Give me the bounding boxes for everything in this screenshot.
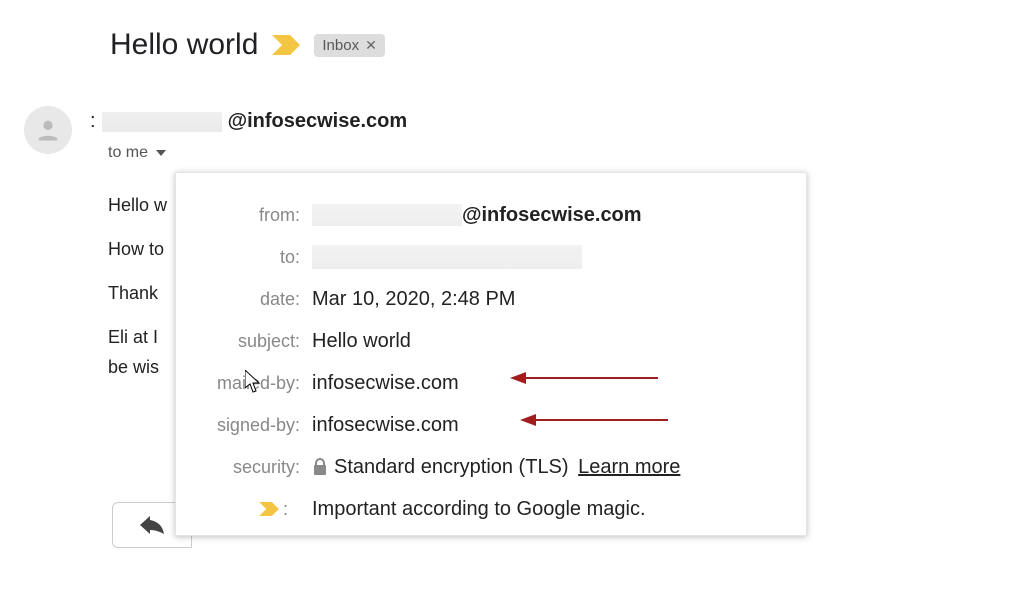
inbox-label-chip[interactable]: Inbox ✕ (314, 34, 384, 57)
detail-to-row: to: (194, 239, 782, 275)
detail-to-value (312, 245, 582, 269)
detail-from-value: @infosecwise.com (312, 204, 642, 227)
chevron-down-icon (156, 150, 166, 156)
to-me-text: to me (108, 144, 148, 162)
detail-important-row: : Important according to Google magic. (194, 491, 782, 527)
subject-text: Hello world (110, 28, 258, 62)
detail-mailed-by-row: mailed-by: infosecwise.com (194, 365, 782, 401)
subject-line: Hello world Inbox ✕ (110, 28, 385, 62)
detail-mailed-by-value: infosecwise.com (312, 372, 459, 395)
detail-mailed-by-label: mailed-by: (194, 373, 312, 394)
recipient-summary[interactable]: to me (108, 144, 166, 162)
redacted-to-address (312, 245, 582, 269)
inbox-label-text: Inbox (322, 37, 359, 54)
close-icon[interactable]: ✕ (365, 37, 377, 54)
detail-subject-row: subject: Hello world (194, 323, 782, 359)
detail-date-value: Mar 10, 2020, 2:48 PM (312, 288, 515, 311)
detail-from-row: from: @infosecwise.com (194, 197, 782, 233)
avatar[interactable] (24, 106, 72, 154)
detail-signed-by-value: infosecwise.com (312, 414, 459, 437)
redacted-from-name (312, 204, 462, 226)
detail-to-label: to: (194, 247, 312, 268)
detail-subject-value: Hello world (312, 330, 411, 353)
sender-domain: @infosecwise.com (228, 110, 408, 133)
learn-more-link[interactable]: Learn more (578, 456, 680, 478)
detail-from-label: from: (194, 205, 312, 226)
detail-important-value: Important according to Google magic. (312, 498, 646, 521)
detail-subject-label: subject: (194, 331, 312, 352)
detail-security-value: Standard encryption (TLS) Learn more (312, 456, 680, 479)
important-marker-icon[interactable] (272, 35, 300, 55)
sender-line: : @infosecwise.com (90, 110, 407, 133)
reply-icon (140, 516, 164, 534)
message-details-popover: from: @infosecwise.com to: date: Mar 10,… (175, 172, 807, 536)
important-marker-small-icon: : (194, 499, 300, 520)
detail-security-row: security: Standard encryption (TLS) Lear… (194, 449, 782, 485)
detail-security-label: security: (194, 457, 312, 478)
detail-signed-by-label: signed-by: (194, 415, 312, 436)
detail-signed-by-row: signed-by: infosecwise.com (194, 407, 782, 443)
detail-date-row: date: Mar 10, 2020, 2:48 PM (194, 281, 782, 317)
lock-icon (312, 458, 328, 476)
redacted-sender-name (102, 112, 222, 132)
detail-date-label: date: (194, 289, 312, 310)
